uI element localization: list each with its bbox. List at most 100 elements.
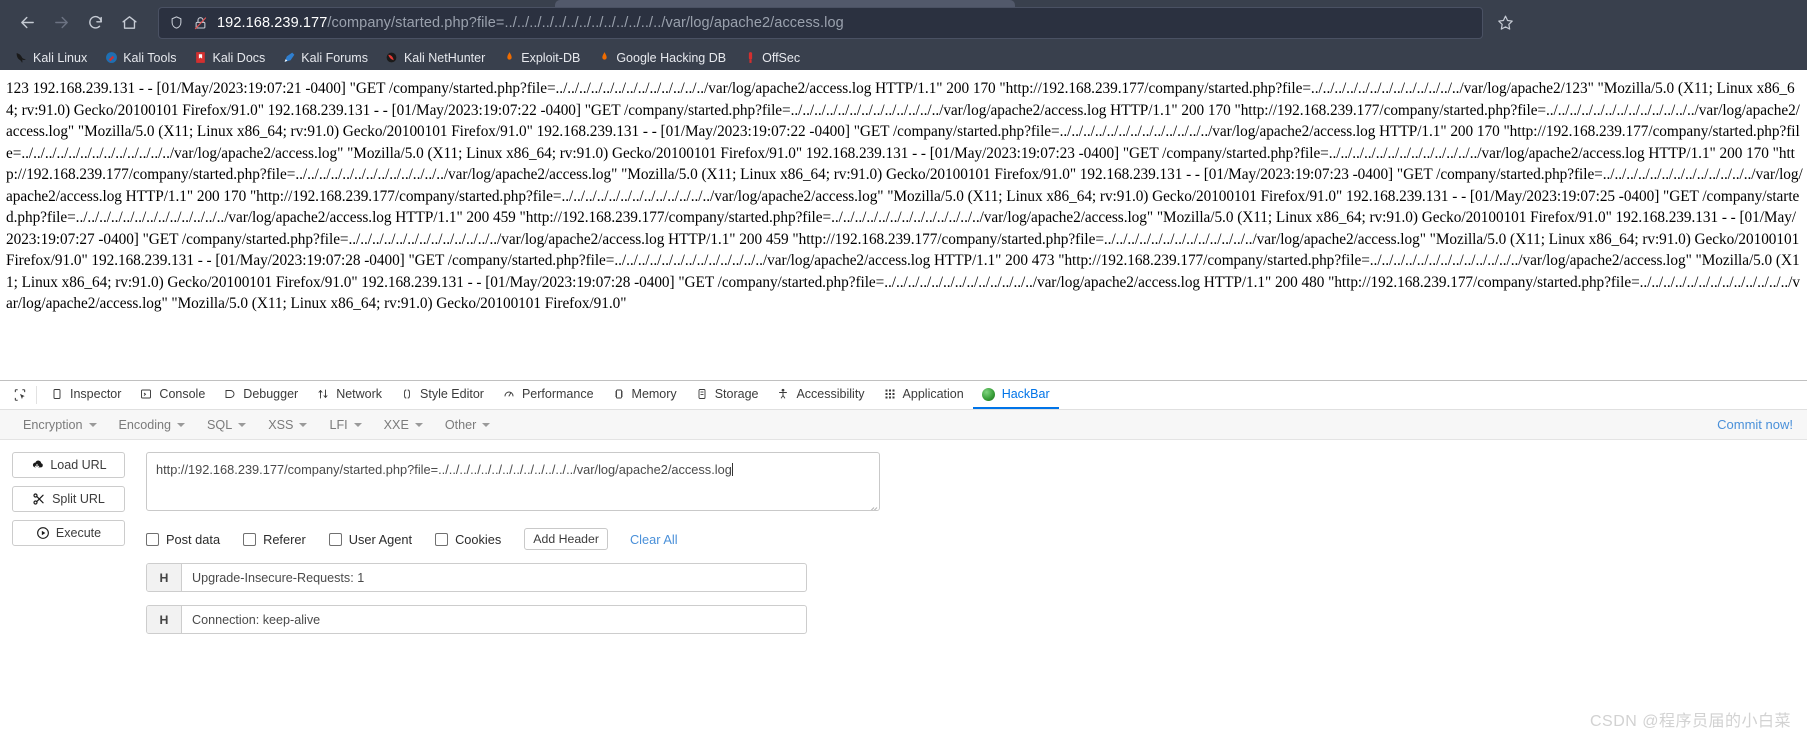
hackbar-menu-toolbar: Encryption Encoding SQL XSS LFI XXE Othe…	[0, 410, 1807, 440]
hackbar-menu-xss[interactable]: XSS	[257, 418, 318, 432]
shield-icon	[169, 15, 184, 30]
url-bar[interactable]: 192.168.239.177/company/started.php?file…	[158, 6, 1483, 39]
tab-performance[interactable]: Performance	[493, 381, 603, 409]
textarea-resize-handle[interactable]	[868, 499, 878, 510]
tab-hackbar[interactable]: HackBar	[972, 381, 1059, 409]
inspector-icon	[50, 387, 64, 401]
header-value-input[interactable]: Connection: keep-alive	[182, 606, 806, 633]
menu-label: Encoding	[118, 417, 172, 432]
header-value-input[interactable]: Upgrade-Insecure-Requests: 1	[182, 564, 806, 591]
hackbar-menu-sql[interactable]: SQL	[196, 418, 257, 432]
menu-label: XSS	[268, 417, 294, 432]
checkbox-cookies[interactable]: Cookies	[435, 532, 501, 547]
chevron-down-icon	[414, 422, 423, 427]
arrow-left-icon	[20, 16, 34, 29]
tab-debugger[interactable]: Debugger	[214, 381, 307, 409]
tab-console[interactable]: Console	[130, 381, 214, 409]
chevron-down-icon	[299, 422, 308, 427]
kali-tools-icon	[104, 51, 118, 65]
hackbar-menu-lfi[interactable]: LFI	[318, 418, 372, 432]
reload-button[interactable]	[78, 6, 112, 40]
tab-label: Performance	[521, 387, 594, 401]
bookmark-kali-nethunter[interactable]: Kali NetHunter	[379, 49, 491, 67]
tab-storage[interactable]: Storage	[686, 381, 768, 409]
hackbar-menu-encryption[interactable]: Encryption	[12, 418, 108, 432]
bookmark-kali-tools[interactable]: Kali Tools	[98, 49, 182, 67]
star-icon	[1497, 15, 1513, 30]
element-picker-button[interactable]	[6, 381, 34, 409]
url-textarea[interactable]: http://192.168.239.177/company/started.p…	[146, 452, 880, 511]
url-path: /company/started.php?file=../../../../..…	[327, 14, 844, 31]
checkbox-referer[interactable]: Referer	[243, 532, 306, 547]
back-button[interactable]	[10, 6, 44, 40]
button-label: Execute	[55, 526, 102, 540]
accessibility-icon	[776, 387, 790, 401]
add-header-button[interactable]: Add Header	[524, 528, 608, 550]
chevron-down-icon	[177, 422, 186, 427]
lock-crossed-icon[interactable]	[193, 15, 208, 31]
performance-icon	[502, 387, 516, 401]
tab-accessibility[interactable]: Accessibility	[767, 381, 873, 409]
google-hacking-db-icon	[597, 51, 611, 65]
tab-memory[interactable]: Memory	[603, 381, 686, 409]
tab-label: Storage	[714, 387, 759, 401]
bookmark-exploit-db[interactable]: Exploit-DB	[496, 49, 586, 67]
home-button[interactable]	[112, 6, 146, 40]
cloud-download-icon	[30, 458, 44, 472]
hackbar-menu-encoding[interactable]: Encoding	[108, 418, 197, 432]
bookmark-star-button[interactable]	[1491, 9, 1519, 37]
kali-dragon-icon	[14, 51, 28, 65]
bookmark-label: Kali NetHunter	[403, 50, 486, 65]
play-circle-icon	[36, 526, 50, 540]
tab-label: Style Editor	[420, 387, 484, 401]
reload-icon	[88, 15, 102, 29]
header-row-upgrade-insecure-requests[interactable]: H Upgrade-Insecure-Requests: 1	[146, 563, 807, 592]
bookmark-offsec[interactable]: OffSec	[737, 49, 806, 67]
tab-label: Accessibility	[796, 387, 865, 401]
devtools-panel: Inspector Console Debugger Network Style	[0, 380, 1807, 741]
chevron-down-icon	[482, 422, 491, 427]
kali-docs-icon	[193, 51, 207, 65]
checkbox-user-agent[interactable]: User Agent	[328, 532, 412, 547]
checkbox-post-data[interactable]: Post data	[146, 532, 220, 547]
bookmark-label: Kali Tools	[123, 50, 177, 65]
bookmark-kali-forums[interactable]: Kali Forums	[276, 49, 374, 67]
home-icon	[121, 16, 137, 29]
tab-style-editor[interactable]: Style Editor	[391, 381, 493, 409]
header-row-connection[interactable]: H Connection: keep-alive	[146, 605, 807, 634]
split-url-button[interactable]: Split URL	[12, 486, 125, 512]
forward-button[interactable]	[44, 6, 78, 40]
url-text: 192.168.239.177/company/started.php?file…	[217, 15, 844, 31]
menu-label: LFI	[329, 417, 348, 432]
chevron-down-icon	[88, 422, 97, 427]
hackbar-options-row: Post data Referer User Agent Cookies Add…	[146, 528, 1807, 550]
tab-separator	[36, 386, 37, 404]
hackbar-icon	[982, 387, 996, 401]
tab-label: Application	[902, 387, 964, 401]
checkbox-box	[435, 532, 449, 546]
clear-all-link[interactable]: Clear All	[630, 532, 678, 547]
hackbar-menu-other[interactable]: Other	[434, 418, 502, 432]
tab-label: HackBar	[1001, 387, 1050, 401]
bookmark-google-hacking-db[interactable]: Google Hacking DB	[591, 49, 732, 67]
commit-now-link[interactable]: Commit now!	[1717, 417, 1795, 432]
tab-inspector[interactable]: Inspector	[41, 381, 130, 409]
bookmark-label: OffSec	[762, 50, 801, 65]
execute-button[interactable]: Execute	[12, 520, 125, 546]
button-label: Load URL	[50, 458, 107, 472]
load-url-button[interactable]: Load URL	[12, 452, 125, 478]
hackbar-main-row: Load URL Split URL Execute http://192.16…	[0, 452, 1807, 634]
bookmark-label: Exploit-DB	[521, 50, 581, 65]
kali-forums-icon	[282, 51, 296, 65]
tab-application[interactable]: Application	[874, 381, 973, 409]
element-picker-icon	[14, 389, 26, 401]
tab-network[interactable]: Network	[307, 381, 391, 409]
bookmark-label: Kali Docs	[212, 50, 266, 65]
bookmark-label: Kali Forums	[301, 50, 368, 65]
bookmark-kali-linux[interactable]: Kali Linux	[8, 49, 93, 67]
checkbox-label: Cookies	[455, 531, 502, 547]
bookmark-kali-docs[interactable]: Kali Docs	[187, 49, 271, 67]
menu-label: SQL	[207, 417, 233, 432]
hackbar-menu-xxe[interactable]: XXE	[373, 418, 434, 432]
button-label: Split URL	[52, 492, 105, 506]
